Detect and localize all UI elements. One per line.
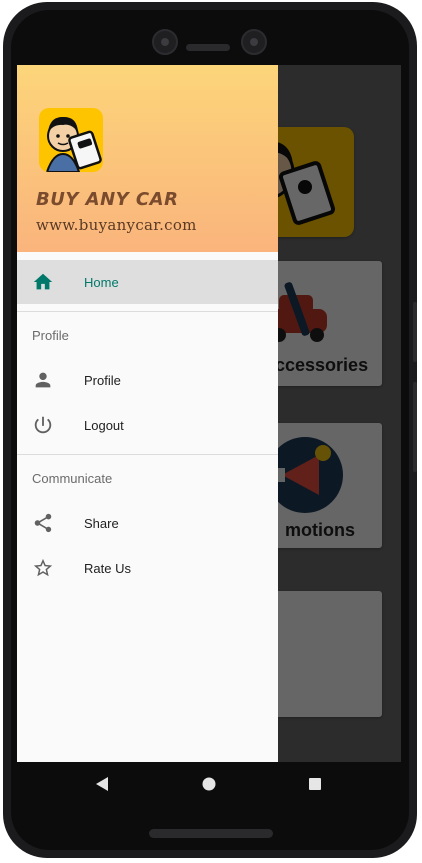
drawer-item-logout-label: Logout bbox=[84, 417, 124, 433]
back-icon[interactable] bbox=[94, 776, 110, 792]
drawer-item-rate-us-label: Rate Us bbox=[84, 560, 131, 576]
section-title-communicate: Communicate bbox=[32, 471, 113, 486]
home-circle-icon[interactable] bbox=[201, 776, 217, 792]
power-side-button bbox=[413, 302, 417, 362]
app-logo-icon bbox=[45, 116, 102, 172]
drawer-item-rate-us[interactable]: Rate Us bbox=[17, 546, 278, 590]
power-icon bbox=[34, 416, 52, 434]
system-nav-bar bbox=[17, 762, 401, 807]
drawer-item-share[interactable]: Share bbox=[17, 501, 278, 545]
drawer-item-profile-label: Profile bbox=[84, 372, 121, 388]
front-camera-right bbox=[241, 29, 267, 55]
app-screen: ccessories motions bbox=[17, 65, 401, 762]
divider-1 bbox=[17, 311, 278, 312]
star-icon bbox=[33, 558, 53, 577]
drawer-item-home-label: Home bbox=[84, 274, 119, 290]
earpiece-speaker bbox=[186, 44, 230, 51]
front-camera-left bbox=[152, 29, 178, 55]
share-icon bbox=[34, 513, 52, 533]
volume-side-button bbox=[413, 382, 417, 472]
brand-title: BUY ANY CAR bbox=[36, 189, 179, 210]
section-title-profile: Profile bbox=[32, 328, 69, 343]
bottom-speaker bbox=[149, 829, 273, 838]
brand-url: www.buyanycar.com bbox=[36, 216, 197, 234]
drawer-item-home[interactable]: Home bbox=[17, 260, 278, 304]
drawer-item-profile[interactable]: Profile bbox=[17, 358, 278, 402]
recents-icon[interactable] bbox=[308, 777, 322, 791]
app-logo bbox=[39, 108, 103, 172]
navigation-drawer: BUY ANY CAR www.buyanycar.com Home Profi… bbox=[17, 65, 278, 762]
person-icon bbox=[35, 372, 51, 388]
drawer-header: BUY ANY CAR www.buyanycar.com bbox=[17, 65, 278, 252]
drawer-item-logout[interactable]: Logout bbox=[17, 403, 278, 447]
divider-2 bbox=[17, 454, 278, 455]
drawer-item-share-label: Share bbox=[84, 515, 119, 531]
home-icon bbox=[33, 273, 53, 290]
